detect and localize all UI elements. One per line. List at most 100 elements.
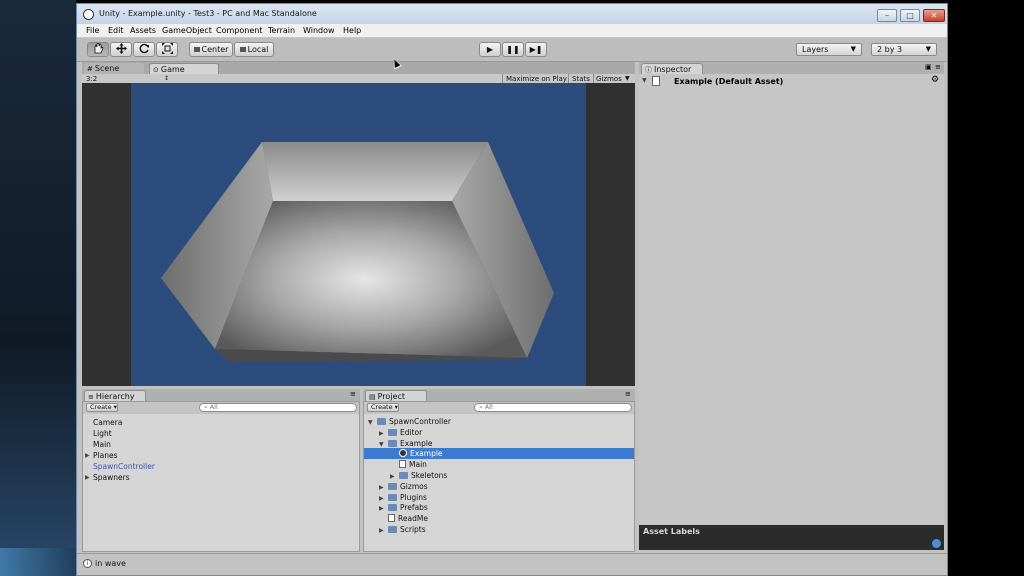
scale-icon <box>161 43 173 54</box>
expand-right-icon[interactable]: ▶ <box>379 484 388 491</box>
project-item-content: ReadMe <box>379 514 428 523</box>
panel-menu-icon[interactable]: ≡ <box>350 390 356 398</box>
view-tab-strip: # Scene ⊙ Game <box>82 62 635 74</box>
panel-menu-icon[interactable]: ≡ <box>625 390 631 398</box>
rotate-icon <box>139 43 149 54</box>
expand-right-icon[interactable]: ▶ <box>379 430 388 437</box>
folder-icon <box>399 472 408 479</box>
menu-file[interactable]: File <box>86 26 99 35</box>
create-label: Create <box>371 403 393 411</box>
settings-gear-icon[interactable]: ⚙ <box>931 75 939 85</box>
expand-down-icon[interactable]: ▼ <box>379 441 388 448</box>
layout-dropdown[interactable]: 2 by 3 ▼ <box>871 43 937 56</box>
step-button[interactable]: ▶❚ <box>525 42 547 57</box>
tab-hierarchy[interactable]: ≡ Hierarchy <box>84 390 146 401</box>
chevron-down-icon: ▾ <box>392 403 398 411</box>
hierarchy-icon: ≡ <box>88 393 94 401</box>
hierarchy-search-input[interactable]: ⌕ All <box>199 403 357 412</box>
pivot-label: Center <box>201 45 229 54</box>
gizmos-toggle[interactable]: Gizmos <box>596 75 622 83</box>
window-title: Unity - Example.unity - Test3 - PC and M… <box>99 9 317 18</box>
lock-icon[interactable]: ▣ <box>925 63 932 71</box>
tab-game[interactable]: ⊙ Game <box>149 63 219 74</box>
expand-right-icon[interactable]: ▶ <box>379 527 388 534</box>
maximize-on-play-toggle[interactable]: Maximize on Play <box>506 75 567 83</box>
asset-labels-panel: Asset Labels <box>639 525 944 550</box>
play-button[interactable]: ▶ <box>479 42 501 57</box>
space-icon <box>239 47 246 52</box>
hierarchy-item[interactable]: Light <box>93 429 112 438</box>
inspector-tab-strip: ⓘ Inspector ▣ ≡ <box>639 62 944 74</box>
hierarchy-item[interactable]: Main <box>93 440 111 449</box>
hand-icon <box>94 42 104 54</box>
pivot-space-button[interactable]: Local <box>234 42 274 57</box>
project-create-button[interactable]: Create ▾ <box>367 403 399 412</box>
title-bar[interactable]: Unity - Example.unity - Test3 - PC and M… <box>77 4 947 24</box>
game-viewport[interactable] <box>82 83 635 386</box>
move-tool-button[interactable] <box>110 42 132 57</box>
scene-grid-icon: # <box>87 65 93 73</box>
stats-toggle[interactable]: Stats <box>572 75 590 83</box>
expand-right-icon[interactable]: ▶ <box>379 495 388 502</box>
project-item-label: Scripts <box>400 525 426 534</box>
tab-inspector[interactable]: ⓘ Inspector <box>641 63 703 74</box>
hierarchy-item[interactable]: Spawners <box>93 473 130 482</box>
menu-edit[interactable]: Edit <box>108 26 124 35</box>
project-item[interactable]: Example <box>364 448 634 460</box>
menu-window[interactable]: Window <box>303 26 335 35</box>
search-placeholder: All <box>484 403 493 411</box>
pivot-center-button[interactable]: Center <box>189 42 233 57</box>
menu-gameobject[interactable]: GameObject <box>162 26 212 35</box>
scale-tool-button[interactable] <box>156 42 178 57</box>
project-item-content: Example <box>390 449 443 458</box>
foldout-arrow-icon[interactable]: ▼ <box>642 77 647 84</box>
status-bar: i in wave <box>77 553 947 575</box>
project-item-label: Main <box>409 460 427 470</box>
hierarchy-item[interactable]: Planes <box>93 451 117 460</box>
menu-assets[interactable]: Assets <box>130 26 156 35</box>
menu-help[interactable]: Help <box>343 26 361 35</box>
project-search-input[interactable]: ⌕ All <box>474 403 632 412</box>
hierarchy-item[interactable]: SpawnController <box>93 462 155 471</box>
menu-terrain[interactable]: Terrain <box>268 26 295 35</box>
maximize-button[interactable]: □ <box>900 9 920 22</box>
rotate-tool-button[interactable] <box>133 42 155 57</box>
project-tab-strip: ▤ Project ≡ <box>363 389 635 401</box>
expand-right-icon[interactable]: ▶ <box>390 473 399 480</box>
chevron-down-icon: ▾ <box>111 403 117 411</box>
add-label-icon[interactable] <box>932 539 941 548</box>
expand-arrow-icon[interactable]: ▶ <box>85 474 90 481</box>
expand-right-icon[interactable]: ▶ <box>379 505 388 512</box>
tab-scene-label: Scene <box>94 64 120 73</box>
menu-component[interactable]: Component <box>216 26 262 35</box>
expand-down-icon[interactable]: ▼ <box>368 419 377 426</box>
hierarchy-item[interactable]: Camera <box>93 418 122 427</box>
close-button[interactable]: ✕ <box>923 9 945 22</box>
tab-inspector-label: Inspector <box>654 65 692 74</box>
hand-tool-button[interactable] <box>87 42 109 57</box>
project-item-label: Editor <box>400 427 423 437</box>
minimize-button[interactable]: – <box>877 9 897 22</box>
tab-project[interactable]: ▤ Project <box>365 390 427 401</box>
back-wall <box>262 142 488 201</box>
folder-icon <box>388 526 397 533</box>
rendered-box-scene <box>161 142 554 362</box>
status-message[interactable]: in wave <box>95 559 126 568</box>
chevron-down-icon: ▼ <box>925 45 931 53</box>
expand-arrow-icon[interactable]: ▶ <box>85 452 90 459</box>
project-item-label: Example <box>400 438 433 448</box>
project-item-label: Prefabs <box>400 503 428 513</box>
hierarchy-toolbar: Create ▾ ⌕ All <box>83 402 359 414</box>
hierarchy-create-button[interactable]: Create ▾ <box>86 403 118 412</box>
tab-scene[interactable]: # Scene <box>84 63 144 74</box>
aspect-dropdown[interactable]: 3:2 <box>86 75 97 83</box>
project-item-label: ReadMe <box>398 514 428 524</box>
layers-dropdown[interactable]: Layers ▼ <box>796 43 862 56</box>
space-label: Local <box>247 45 269 54</box>
project-item-label: Gizmos <box>400 481 428 491</box>
project-item-content: ▶ Scripts <box>379 525 426 534</box>
panel-menu-icon[interactable]: ≡ <box>935 63 941 71</box>
hierarchy-panel: Create ▾ ⌕ All Camera Light Main ▶ Planes Spa… <box>82 401 360 552</box>
inspector-panel: ▼ Example (Default Asset) ⚙ <box>639 74 944 524</box>
pause-button[interactable]: ❚❚ <box>502 42 524 57</box>
